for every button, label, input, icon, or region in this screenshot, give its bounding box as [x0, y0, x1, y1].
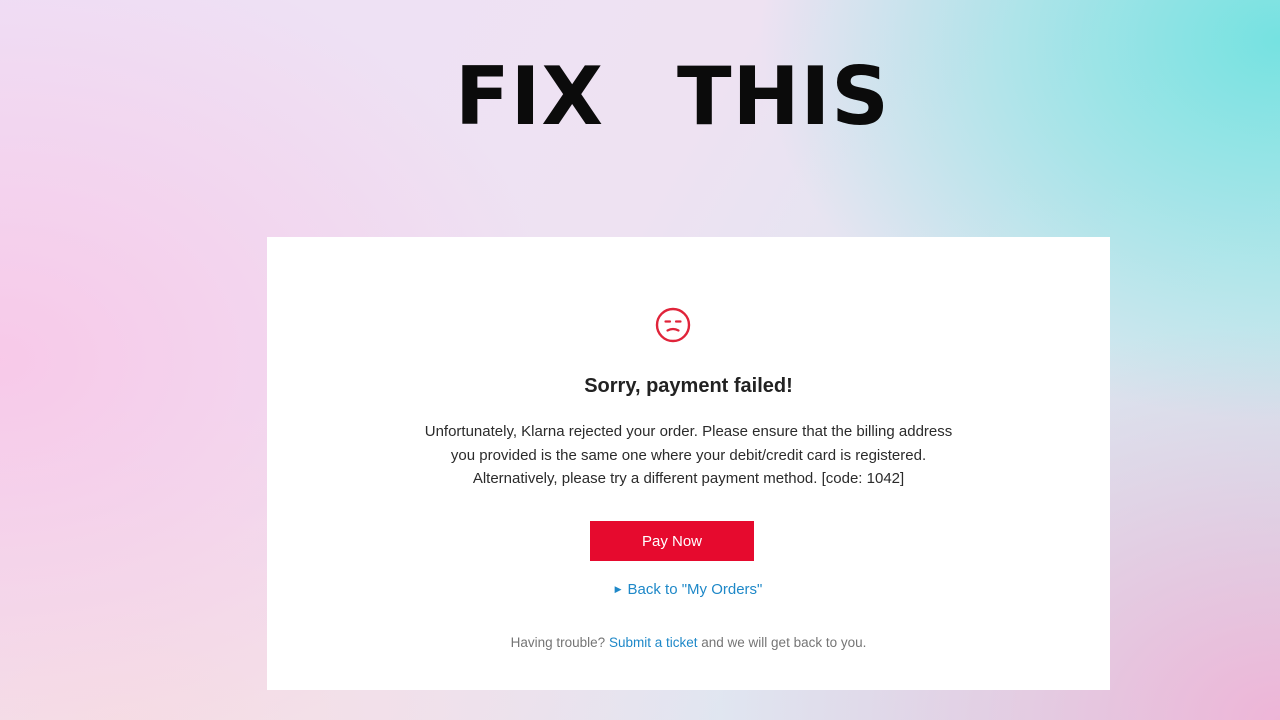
help-prefix: Having trouble?: [510, 635, 606, 650]
back-link-label: Back to "My Orders": [627, 581, 763, 598]
error-message-line: you provided is the same one where your …: [450, 446, 927, 464]
submit-ticket-link[interactable]: Submit a ticket: [609, 635, 698, 650]
overlay-title-word-this: THIS: [677, 50, 890, 143]
pay-now-button[interactable]: Pay Now: [590, 521, 754, 561]
overlay-title-word-fix: FIX: [455, 50, 605, 143]
sad-face-icon: [655, 307, 691, 343]
overlay-title: FIX THIS: [0, 52, 1280, 142]
error-message-line: Unfortunately, Klarna rejected your orde…: [424, 423, 953, 440]
help-text: Having trouble? Submit a ticket and we w…: [267, 632, 1110, 654]
error-message: Unfortunately, Klarna rejected your orde…: [367, 420, 1010, 491]
help-suffix: and we will get back to you.: [701, 635, 867, 650]
error-message-line: Alternatively, please try a different pa…: [472, 470, 905, 487]
payment-failed-card: Sorry, payment failed! Unfortunately, Kl…: [267, 237, 1110, 690]
back-to-my-orders-link[interactable]: ▶ Back to "My Orders": [267, 578, 1110, 601]
error-heading: Sorry, payment failed!: [584, 375, 793, 397]
caret-right-icon: ▶: [614, 584, 622, 594]
